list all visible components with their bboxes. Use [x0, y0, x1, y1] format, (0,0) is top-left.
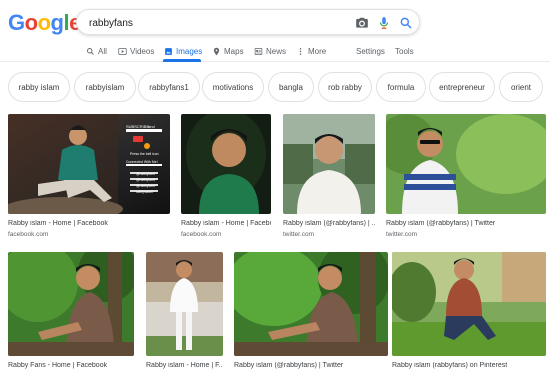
tab-label: Maps — [224, 46, 244, 56]
result-title[interactable]: Rabby Fans - Home | Facebook — [8, 362, 134, 369]
chip-formula[interactable]: formula — [376, 72, 426, 102]
chip-label: bangla — [278, 82, 304, 92]
tab-more[interactable]: More — [296, 44, 326, 58]
result-source[interactable]: facebook.com — [8, 231, 48, 238]
chip-label: formula — [387, 82, 415, 92]
banner-and-text: and — [148, 124, 155, 129]
result-thumbnail[interactable] — [146, 252, 223, 356]
chip-label: rob rabby — [328, 82, 362, 92]
result-source[interactable]: facebook.com — [181, 231, 221, 238]
banner-handle-3: @rabbyfans — [136, 184, 155, 188]
result-thumbnail[interactable]: SUBSCRIBE and Press the bell icon Connec… — [8, 114, 170, 214]
google-logo[interactable]: Google — [8, 10, 81, 36]
settings-link[interactable]: Settings — [356, 44, 385, 58]
result-thumbnail[interactable] — [234, 252, 388, 356]
image-result-1[interactable]: SUBSCRIBE and Press the bell icon Connec… — [8, 114, 170, 240]
banner-handle-4: rabbyislam — [136, 190, 153, 194]
play-icon — [118, 47, 127, 56]
tab-news[interactable]: News — [254, 44, 286, 58]
active-tab-indicator — [163, 59, 201, 62]
tab-label: More — [308, 46, 327, 56]
chip-label: rabby islam — [18, 82, 60, 92]
banner-handle-1: @rabbyfans — [136, 172, 155, 176]
result-source[interactable]: twitter.com — [283, 231, 314, 238]
image-result-6[interactable]: Rabby islam - Home | F... — [146, 252, 223, 370]
related-searches-chips: rabby islam rabbyislam rabbyfans1 motiva… — [8, 72, 550, 104]
image-result-3[interactable]: Rabby islam (@rabbyfans) | ... twitter.c… — [283, 114, 375, 240]
microphone-icon[interactable] — [377, 16, 391, 30]
result-title[interactable]: Rabby islam - Home | Facebook — [8, 220, 170, 227]
search-icon[interactable] — [399, 16, 413, 30]
chip-label: rabbyislam — [85, 82, 125, 92]
chip-label: orient — [510, 82, 531, 92]
chip-rabbyislam[interactable]: rabbyislam — [74, 72, 136, 102]
tab-label: Images — [176, 46, 203, 56]
search-tabs: All Videos Images Maps News More Setting… — [0, 40, 550, 62]
tab-label: All — [98, 46, 107, 56]
result-thumbnail[interactable] — [392, 252, 546, 356]
result-thumbnail[interactable] — [8, 252, 134, 356]
chip-motivations[interactable]: motivations — [202, 72, 264, 102]
tab-label: Videos — [130, 46, 155, 56]
map-pin-icon — [212, 47, 221, 56]
chip-rob-rabby[interactable]: rob rabby — [318, 72, 372, 102]
result-source[interactable]: twitter.com — [386, 231, 417, 238]
banner-handle-2: @rabbyfans — [136, 178, 155, 182]
chip-label: rabbyfans1 — [149, 82, 189, 92]
result-thumbnail[interactable] — [181, 114, 271, 214]
chip-entrepreneur[interactable]: entrepreneur — [429, 72, 495, 102]
more-vertical-icon — [296, 47, 305, 56]
result-title[interactable]: Rabby islam - Home | Facebook — [181, 220, 271, 227]
tab-label: News — [266, 46, 287, 56]
banner-connected-text: Connected With Me! — [126, 160, 158, 164]
news-icon — [254, 47, 263, 56]
camera-icon[interactable] — [355, 16, 369, 30]
result-thumbnail[interactable] — [386, 114, 546, 214]
chip-label: entrepreneur — [439, 82, 485, 92]
tab-images[interactable]: Images — [164, 44, 202, 58]
tab-all[interactable]: All — [86, 44, 107, 58]
image-result-5[interactable]: Rabby Fans - Home | Facebook — [8, 252, 134, 370]
result-title[interactable]: Rabby islam (@rabbyfans) | ... — [283, 220, 375, 227]
banner-subscribe-text: SUBSCRIBE — [126, 124, 149, 129]
chip-orient[interactable]: orient — [499, 72, 543, 102]
tools-link[interactable]: Tools — [395, 44, 414, 58]
chip-label: motivations — [212, 82, 254, 92]
chip-rabbyfans1[interactable]: rabbyfans1 — [138, 72, 200, 102]
result-title[interactable]: Rabby islam - Home | F... — [146, 362, 223, 369]
chip-rabby-islam[interactable]: rabby islam — [8, 72, 70, 102]
tab-videos[interactable]: Videos — [118, 44, 154, 58]
tools-label: Tools — [395, 46, 414, 56]
image-result-7[interactable]: Rabby islam (@rabbyfans) | Twitter — [234, 252, 388, 370]
result-title[interactable]: Rabby islam (@rabbyfans) | Twitter — [386, 220, 546, 227]
image-icon — [164, 47, 173, 56]
image-result-4[interactable]: Rabby islam (@rabbyfans) | Twitter twitt… — [386, 114, 546, 240]
search-input[interactable] — [89, 15, 329, 31]
tab-maps[interactable]: Maps — [212, 44, 244, 58]
banner-bell-text: Press the bell icon — [130, 152, 159, 156]
image-result-2[interactable]: Rabby islam - Home | Facebook facebook.c… — [181, 114, 271, 240]
result-thumbnail[interactable] — [283, 114, 375, 214]
settings-label: Settings — [356, 46, 385, 56]
search-icon — [86, 47, 95, 56]
search-box[interactable] — [76, 9, 420, 35]
result-title[interactable]: Rabby islam (@rabbyfans) | Twitter — [234, 362, 388, 369]
image-result-8[interactable]: Rabby islam (rabbyfans) on Pinterest — [392, 252, 546, 370]
chip-bangla[interactable]: bangla — [268, 72, 314, 102]
result-title[interactable]: Rabby islam (rabbyfans) on Pinterest — [392, 362, 546, 369]
